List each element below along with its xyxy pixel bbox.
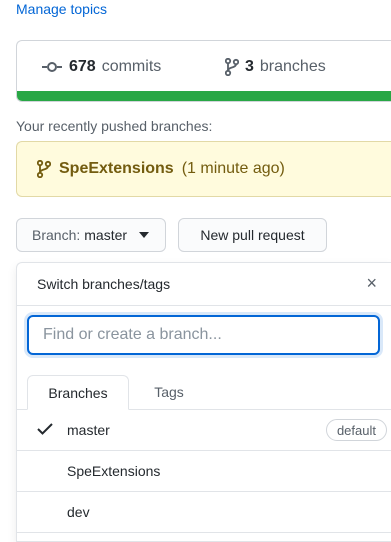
tab-tags[interactable]: Tags — [143, 375, 195, 409]
close-icon[interactable]: × — [366, 274, 377, 292]
dropdown-tabs: Branches Tags — [17, 375, 391, 410]
dropdown-title: Switch branches/tags — [37, 276, 171, 292]
branch-item-speextensions[interactable]: SpeExtensions — [17, 451, 391, 492]
recently-pushed-banner: SpeExtensions (1 minute ago) — [16, 141, 391, 197]
new-pull-request-button[interactable]: New pull request — [178, 218, 327, 252]
pushed-branch-link[interactable]: SpeExtensions — [59, 160, 174, 178]
branch-name: dev — [67, 504, 90, 520]
branch-icon — [225, 58, 239, 76]
manage-topics-link[interactable]: Manage topics — [16, 1, 107, 17]
caret-down-icon — [139, 232, 150, 238]
recent-branches-label: Your recently pushed branches: — [16, 118, 213, 134]
branch-prefix: Branch: — [32, 227, 81, 243]
branch-name: SpeExtensions — [67, 463, 161, 479]
branch-dropdown: Switch branches/tags × Branches Tags mas… — [16, 262, 391, 542]
pushed-time: (1 minute ago) — [181, 160, 285, 177]
dropdown-header: Switch branches/tags — [17, 263, 391, 306]
branch-current: master — [84, 227, 128, 243]
commit-icon — [42, 62, 62, 72]
branches-link[interactable]: 3 branches — [225, 58, 326, 76]
default-badge: default — [325, 419, 387, 441]
branch-name: master — [67, 422, 110, 438]
branch-icon — [37, 160, 51, 178]
branch-filter-input[interactable] — [27, 315, 380, 355]
commits-count: 678 — [69, 58, 96, 75]
branches-count: 3 — [245, 58, 254, 75]
check-icon — [37, 423, 53, 435]
branch-item-master[interactable]: master default — [17, 410, 391, 451]
repo-summary: 678 commits 3 branches — [16, 40, 391, 102]
commits-link[interactable]: 678 commits — [41, 58, 161, 76]
branch-item-dev[interactable]: dev — [17, 492, 391, 533]
commits-label: commits — [101, 58, 162, 75]
language-bar — [17, 91, 391, 101]
tab-branches[interactable]: Branches — [27, 375, 129, 410]
branch-select-button[interactable]: Branch: master — [16, 218, 166, 252]
branches-label: branches — [259, 58, 326, 75]
